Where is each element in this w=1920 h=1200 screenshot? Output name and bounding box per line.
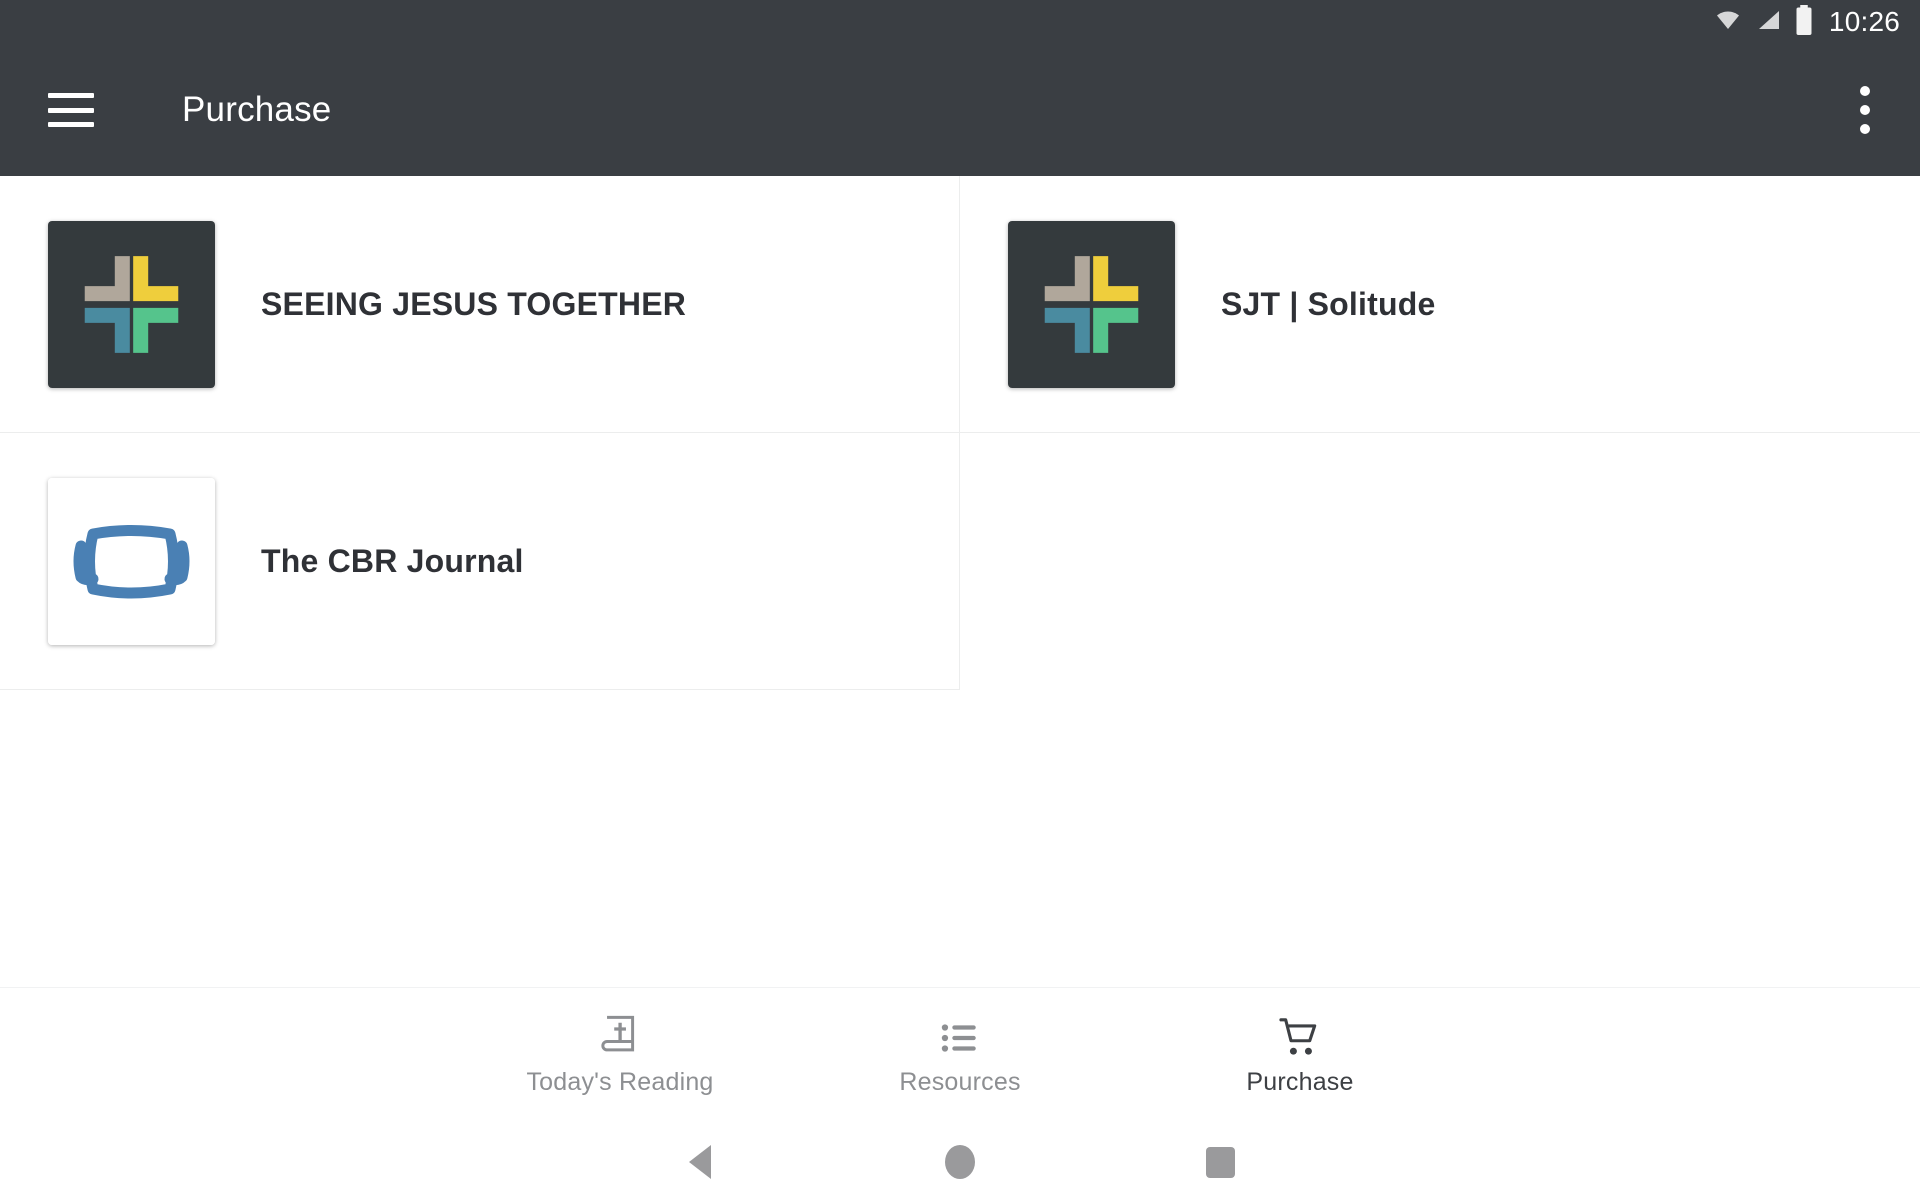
wifi-icon [1713,8,1743,37]
nav-tab-purchase[interactable]: Purchase [1130,1016,1470,1097]
hamburger-bar [48,93,94,98]
bottom-navigation-bar: Today's Reading Resources Purchase [0,987,1920,1124]
sjt-cross-logo-icon [1008,220,1175,388]
home-circle-icon[interactable] [830,1145,1090,1179]
hamburger-menu-icon[interactable] [48,93,94,127]
overflow-menu-icon[interactable] [1850,72,1880,148]
purchase-item-card[interactable]: The CBR Journal [0,433,960,690]
sjt-cross-logo-icon [48,220,215,388]
nav-tab-resources[interactable]: Resources [790,1016,1130,1097]
overflow-dot [1860,86,1870,96]
overflow-dot [1860,124,1870,134]
purchase-item-label: The CBR Journal [261,542,524,579]
purchase-item-card[interactable]: SEEING JESUS TOGETHER [0,176,960,433]
status-bar: 10:26 [0,0,1920,44]
status-bar-icons: 10:26 [1713,4,1900,40]
battery-icon [1795,4,1813,40]
android-system-navigation-bar [0,1124,1920,1200]
back-triangle-icon[interactable] [570,1145,830,1179]
hamburger-bar [48,107,94,113]
empty-grid-cell [960,433,1920,690]
hamburger-bar [48,122,94,127]
nav-tab-label: Purchase [1246,1067,1354,1096]
page-title: Purchase [182,90,332,129]
overflow-dot [1860,105,1870,115]
purchase-item-grid-container: SEEING JESUS TOGETHER SJT | Solitude The… [0,176,1920,988]
purchase-item-label: SJT | Solitude [1221,285,1436,322]
recents-square-icon[interactable] [1090,1146,1350,1178]
purchase-item-label: SEEING JESUS TOGETHER [261,285,687,322]
status-bar-clock: 10:26 [1828,6,1900,37]
shopping-cart-icon [1277,1016,1323,1060]
app-bar: Purchase [0,44,1920,176]
cellular-signal-icon [1755,8,1783,37]
purchase-item-card[interactable]: SJT | Solitude [960,176,1920,433]
nav-tab-todays-reading[interactable]: Today's Reading [450,1015,790,1097]
bible-book-icon [599,1015,641,1060]
nav-tab-label: Resources [899,1067,1021,1096]
cbr-journal-logo-icon [48,477,215,645]
list-icon [939,1016,981,1060]
purchase-item-grid: SEEING JESUS TOGETHER SJT | Solitude The… [0,176,1920,690]
nav-tab-label: Today's Reading [526,1067,714,1096]
